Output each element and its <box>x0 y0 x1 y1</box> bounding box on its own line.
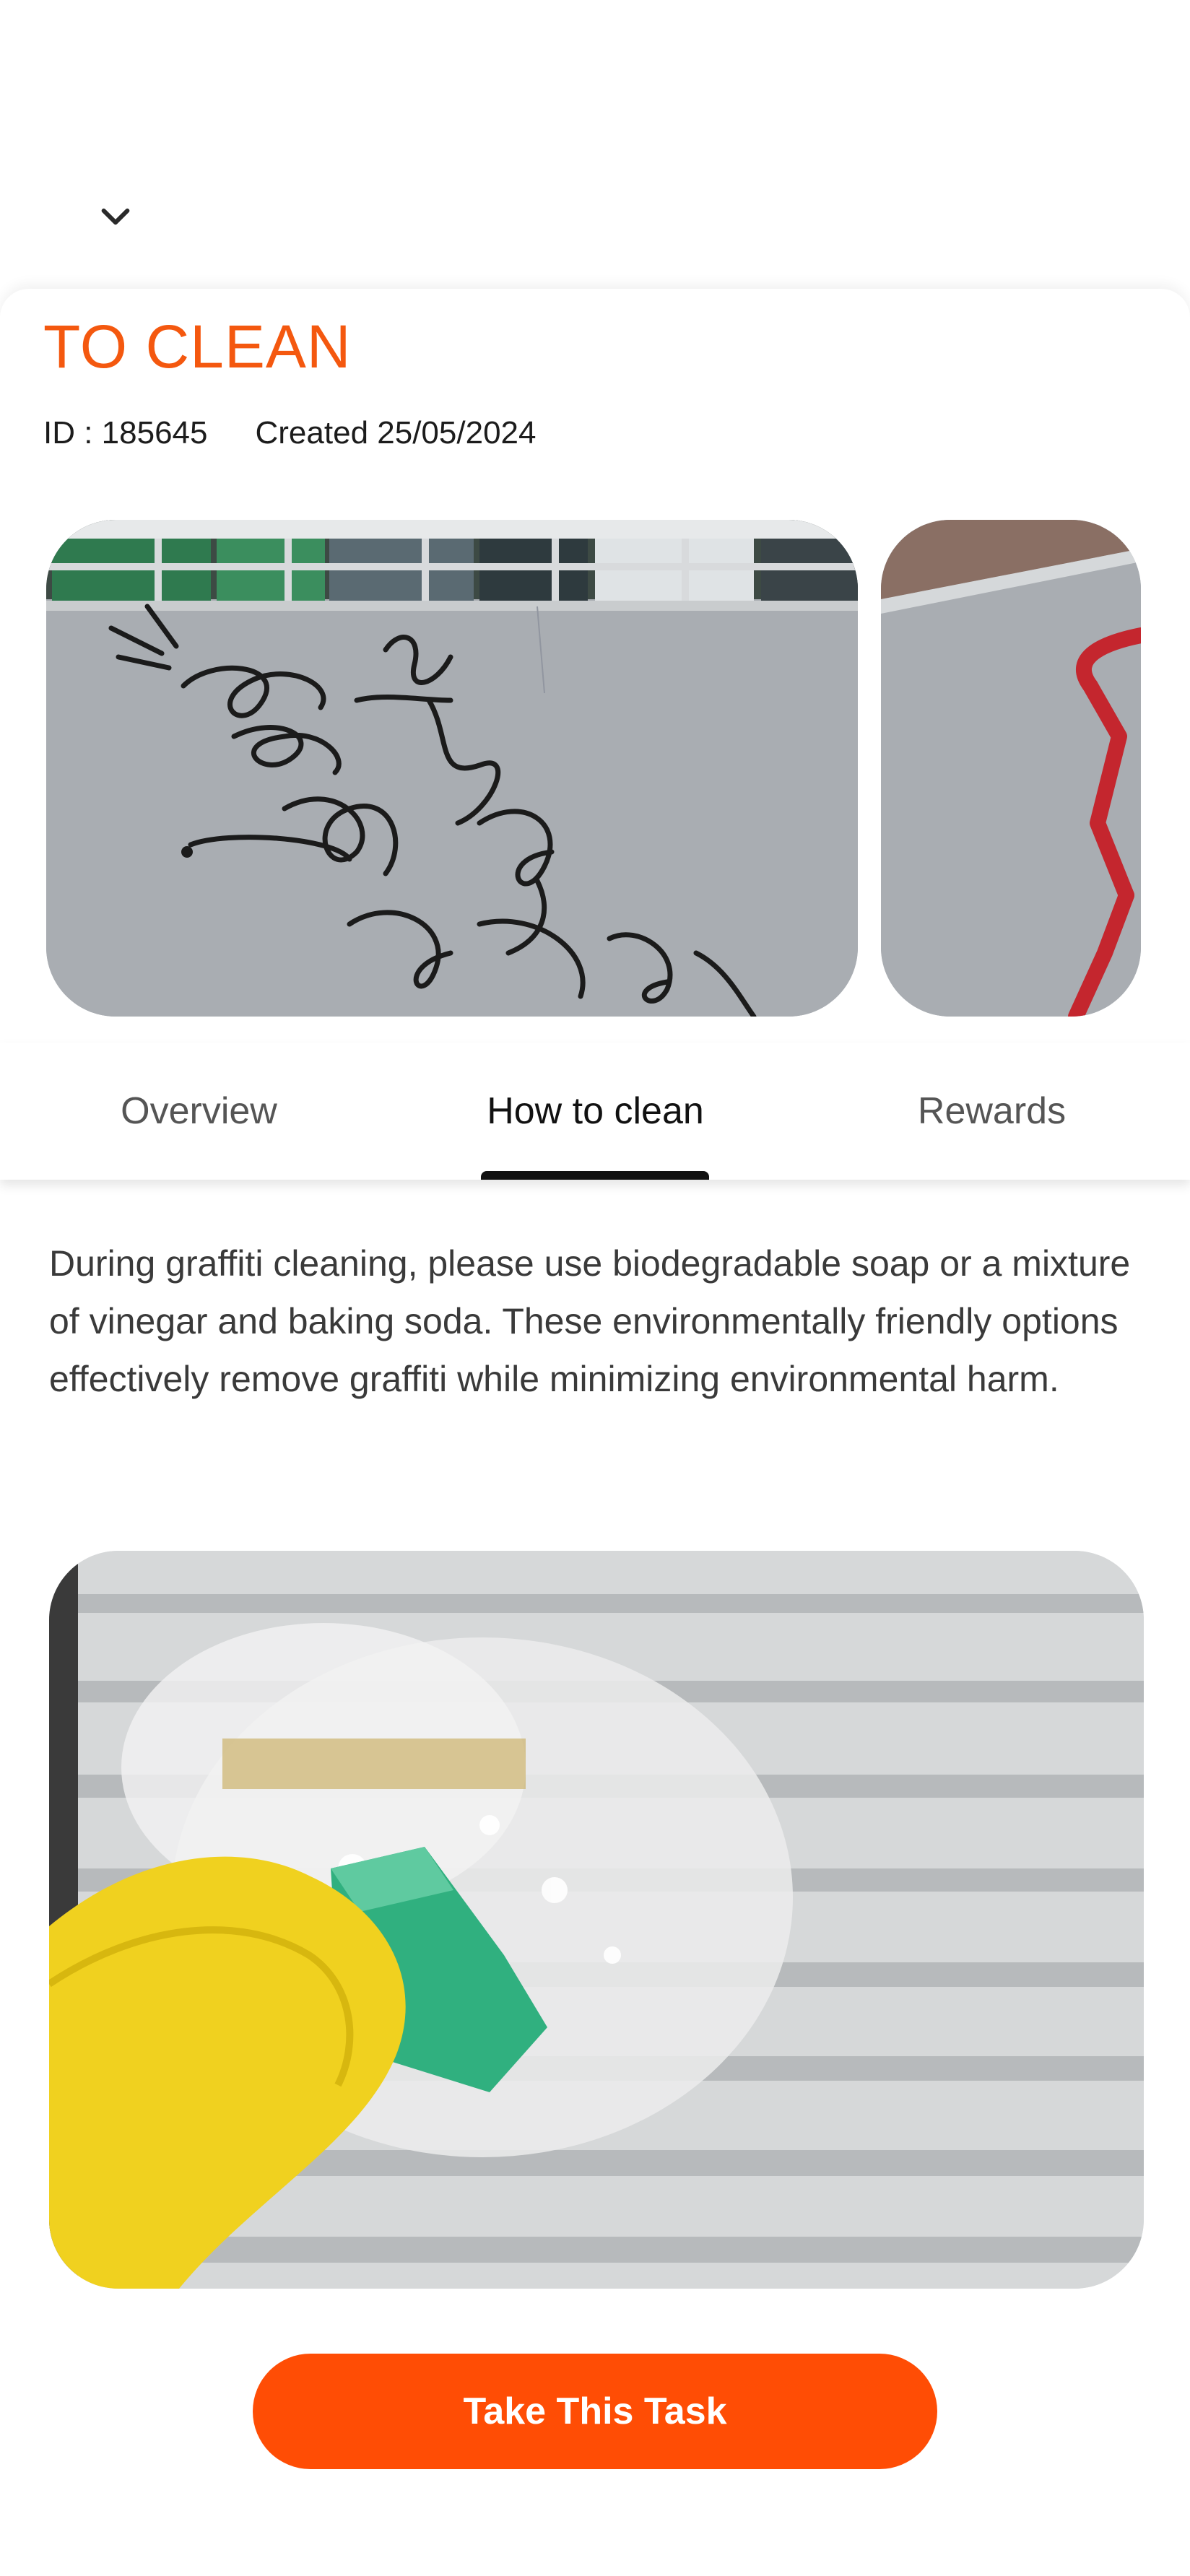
graffiti-photo-secondary[interactable] <box>881 520 1141 1017</box>
active-tab-indicator <box>481 1171 709 1180</box>
cleaning-instructions: During graffiti cleaning, please use bio… <box>49 1243 1131 1399</box>
tab-rewards[interactable]: Rewards <box>794 1043 1190 1180</box>
task-id: ID : 185645 <box>43 415 208 451</box>
cleaning-example-photo <box>49 1551 1144 2289</box>
task-created-date: Created 25/05/2024 <box>255 415 537 451</box>
task-detail-screen: TO CLEAN ID : 185645 Created 25/05/2024 <box>0 0 1190 2576</box>
task-meta: ID : 185645 Created 25/05/2024 <box>43 412 536 455</box>
graffiti-photo[interactable] <box>46 520 858 1017</box>
tab-bar: Overview How to clean Rewards <box>0 1043 1190 1180</box>
task-status-title: TO CLEAN <box>43 313 352 380</box>
top-bar <box>0 0 1190 289</box>
chevron-down-icon <box>101 208 130 225</box>
tab-how-to-clean[interactable]: How to clean <box>397 1043 794 1180</box>
take-task-button[interactable]: Take This Task <box>253 2354 937 2469</box>
photo-gallery[interactable] <box>46 520 1190 1017</box>
collapse-button[interactable] <box>79 180 152 253</box>
tab-overview[interactable]: Overview <box>1 1043 397 1180</box>
